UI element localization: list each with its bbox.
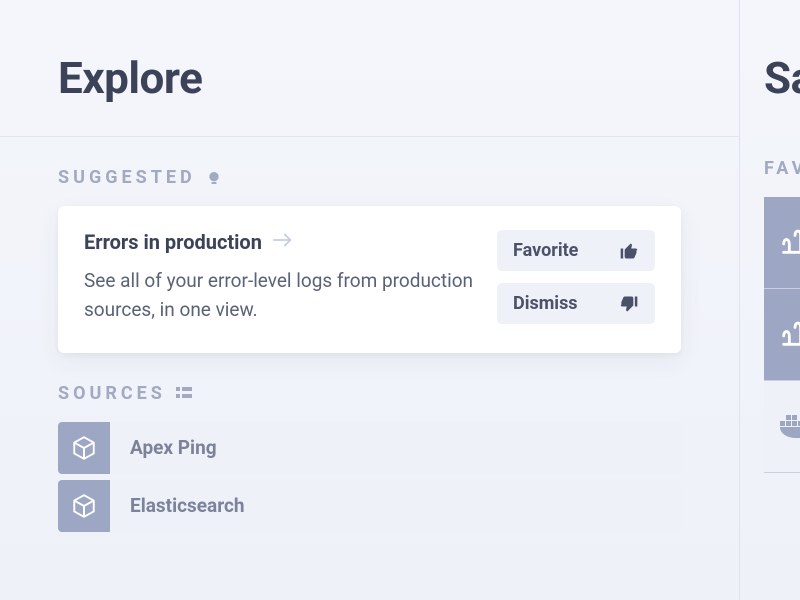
lightbulb-icon — [206, 170, 222, 186]
suggested-section: Suggested Errors in production See all o… — [0, 137, 739, 353]
thumbs-up-icon — [619, 241, 639, 261]
favorite-item[interactable] — [764, 197, 800, 289]
integration-icon — [778, 316, 800, 354]
suggested-label: Suggested — [58, 167, 681, 188]
page-title: Explore — [58, 52, 739, 104]
docker-icon — [778, 411, 800, 443]
favorite-item[interactable] — [764, 381, 800, 473]
dismiss-button[interactable]: Dismiss — [497, 283, 655, 324]
page-title-secondary: Sa — [764, 52, 800, 104]
sources-section: Sources Apex Ping Elasticsearch — [0, 353, 739, 532]
favorites-label: FAV — [764, 158, 800, 179]
favorite-item[interactable] — [764, 289, 800, 381]
suggested-card: Errors in production See all of your err… — [58, 206, 681, 353]
cube-icon — [58, 422, 110, 474]
card-description: See all of your error-level logs from pr… — [84, 266, 477, 325]
favorite-button-label: Favorite — [513, 240, 578, 261]
dismiss-button-label: Dismiss — [513, 293, 578, 314]
source-label: Elasticsearch — [110, 480, 245, 532]
source-item[interactable]: Apex Ping — [58, 422, 681, 474]
list-icon — [176, 386, 192, 400]
source-item[interactable]: Elasticsearch — [58, 480, 681, 532]
integration-icon — [778, 224, 800, 262]
sources-label: Sources — [58, 383, 681, 404]
arrow-right-icon — [272, 232, 294, 252]
source-label: Apex Ping — [110, 422, 217, 474]
cube-icon — [58, 480, 110, 532]
sources-label-text: Sources — [58, 383, 166, 404]
favorite-button[interactable]: Favorite — [497, 230, 655, 271]
card-title[interactable]: Errors in production — [84, 230, 262, 254]
thumbs-down-icon — [619, 294, 639, 314]
suggested-label-text: Suggested — [58, 167, 196, 188]
